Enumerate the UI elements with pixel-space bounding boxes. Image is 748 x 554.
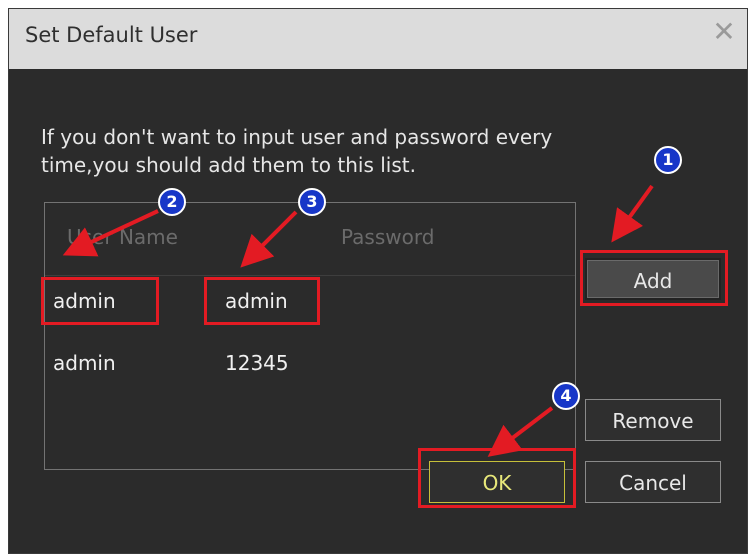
step-badge-1: 1 (654, 146, 682, 174)
step-badge-2: 2 (158, 188, 186, 216)
instructions-line-1: If you don't want to input user and pass… (41, 125, 553, 149)
header-divider (45, 275, 575, 276)
row-1-user-name: admin (53, 289, 116, 313)
remove-button[interactable]: Remove (585, 399, 721, 441)
row-2-user-name: admin (53, 351, 116, 375)
row-2-password: 12345 (225, 351, 289, 375)
instructions-text: If you don't want to input user and pass… (41, 123, 681, 179)
add-button[interactable]: Add (585, 258, 721, 300)
instructions-line-2: time,you should add them to this list. (41, 153, 416, 177)
column-header-user-name[interactable]: User Name (67, 225, 178, 249)
cancel-button[interactable]: Cancel (585, 461, 721, 503)
column-header-password[interactable]: Password (341, 225, 434, 249)
set-default-user-dialog: Set Default User ✕ If you don't want to … (8, 8, 748, 554)
title-bar: Set Default User ✕ (9, 9, 747, 69)
user-list[interactable]: User Name Password admin admin admin 123… (44, 202, 576, 470)
close-icon[interactable]: ✕ (709, 17, 739, 47)
step-badge-3: 3 (298, 188, 326, 216)
step-badge-4: 4 (552, 382, 580, 410)
dialog-title: Set Default User (25, 23, 198, 47)
ok-button[interactable]: OK (429, 461, 565, 503)
row-1-password: admin (225, 289, 288, 313)
